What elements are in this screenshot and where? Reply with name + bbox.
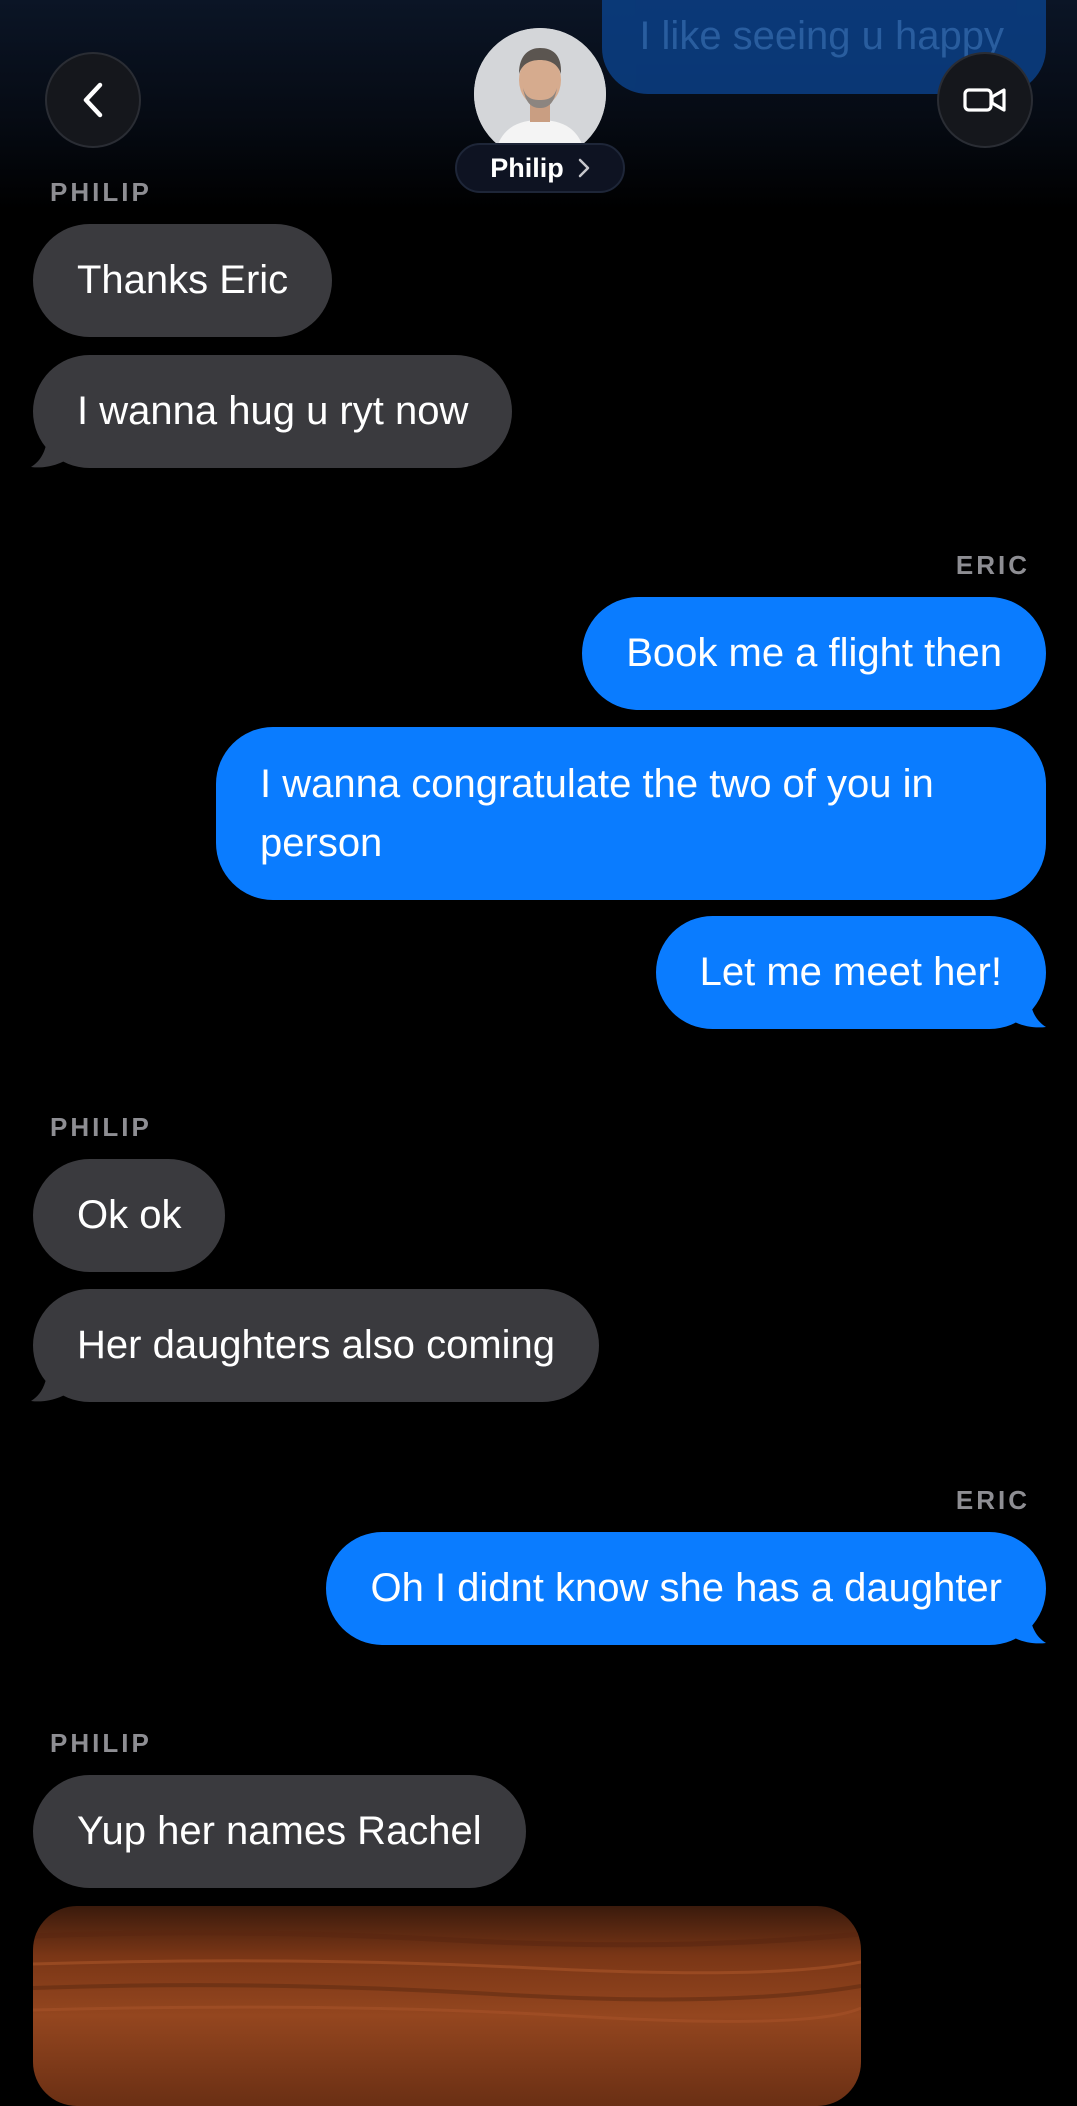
avatar[interactable] — [474, 28, 606, 160]
received-message-bubble[interactable]: Her daughters also coming — [33, 1289, 600, 1402]
back-button[interactable] — [45, 52, 141, 148]
sender-label: PHILIP — [50, 1728, 152, 1758]
chevron-left-icon — [83, 82, 103, 118]
sent-message-bubble[interactable]: I wanna congratulate the two of you in p… — [216, 727, 1046, 900]
sender-label: ERIC — [955, 550, 1030, 580]
contact-photo — [474, 28, 606, 160]
chevron-right-icon — [578, 158, 589, 178]
photo-attachment[interactable] — [33, 1906, 861, 2106]
sent-bubble-tail — [1002, 1000, 1046, 1028]
sender-label: PHILIP — [50, 177, 152, 207]
video-call-button[interactable] — [937, 52, 1033, 148]
video-camera-icon — [963, 88, 1006, 112]
received-bubble-tail — [31, 1374, 75, 1402]
sent-bubble-tail — [1002, 1616, 1046, 1644]
contact-name: Philip — [490, 152, 564, 183]
received-message-bubble[interactable]: Ok ok — [33, 1159, 226, 1272]
sent-message-bubble[interactable]: Let me meet her! — [655, 916, 1046, 1029]
received-message-bubble[interactable]: Yup her names Rachel — [33, 1775, 526, 1888]
contact-name-button[interactable]: Philip — [455, 143, 625, 193]
sent-message-bubble[interactable]: Book me a flight then — [582, 597, 1046, 710]
sender-label: ERIC — [955, 1485, 1030, 1515]
wood-photo-image — [33, 1930, 861, 2023]
sender-label: PHILIP — [50, 1112, 152, 1142]
received-message-bubble[interactable]: Thanks Eric — [33, 224, 333, 337]
received-bubble-tail — [31, 440, 75, 468]
sent-message-bubble[interactable]: Oh I didnt know she has a daughter — [326, 1532, 1046, 1645]
received-message-bubble[interactable]: I wanna hug u ryt now — [33, 355, 513, 468]
previous-message-text: I like seeing u happy — [639, 14, 1004, 58]
